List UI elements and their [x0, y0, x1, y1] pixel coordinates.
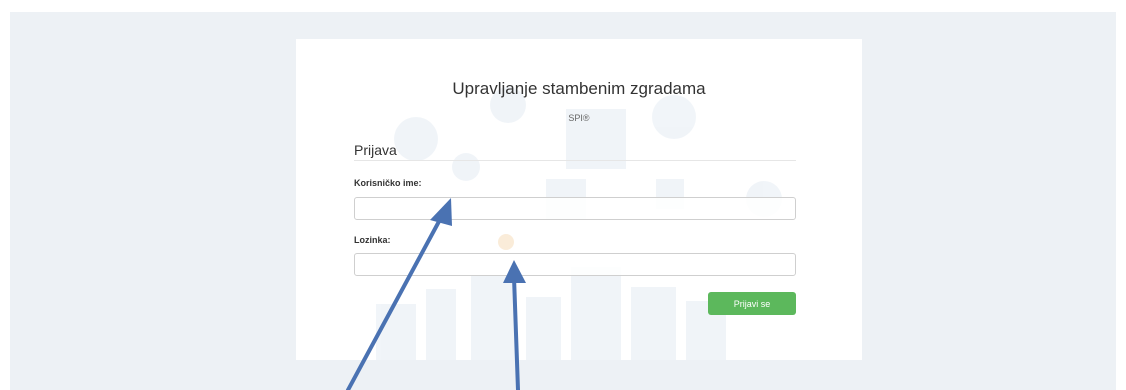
login-heading: Prijava	[354, 142, 397, 158]
password-label: Lozinka:	[354, 235, 391, 245]
app-subtitle: SPI®	[568, 113, 590, 123]
login-button[interactable]: Prijavi se	[708, 292, 796, 315]
city-skyline-icon	[376, 267, 726, 360]
login-card: Upravljanje stambenim zgradama SPI® Prij…	[296, 39, 862, 360]
divider	[354, 160, 796, 161]
app-title: Upravljanje stambenim zgradama	[452, 79, 706, 98]
username-input[interactable]	[354, 197, 796, 220]
username-label: Korisničko ime:	[354, 178, 422, 188]
gear-icon	[394, 117, 438, 161]
password-input[interactable]	[354, 253, 796, 276]
